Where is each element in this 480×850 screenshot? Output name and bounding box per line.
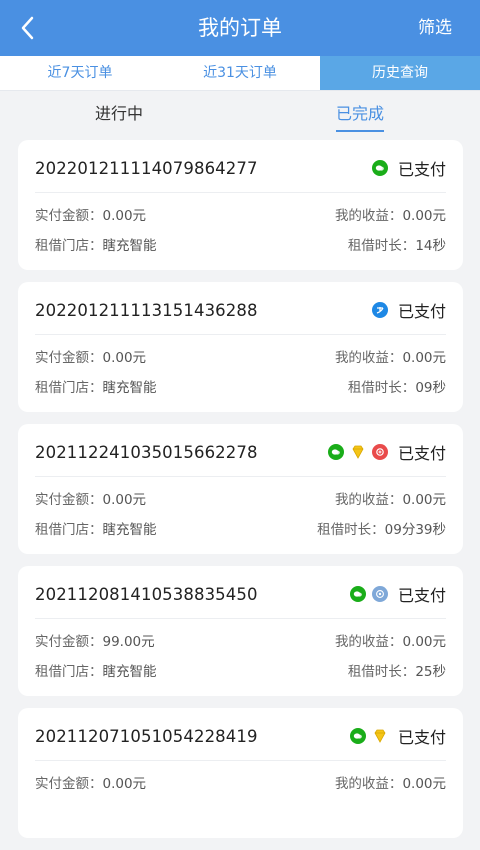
rental-duration: 租借时长：09分39秒 [317, 522, 446, 538]
divider [35, 476, 446, 477]
order-card[interactable]: 202112071051054228419 已支付 实付金额：0.00元 我的收… [18, 708, 463, 838]
paid-amount: 实付金额：0.00元 [35, 776, 147, 792]
status-text: 已支付 [397, 160, 446, 179]
paid-amount: 实付金额：99.00元 [35, 634, 155, 650]
income-amount: 我的收益：0.00元 [334, 350, 446, 366]
tab-31-days[interactable]: 近31天订单 [160, 56, 320, 90]
order-number: 202112241035015662278 [35, 443, 258, 462]
vip-diamond-icon [372, 728, 388, 744]
order-list: 202201211114079864277 已支付 实付金额：0.00元 我的收… [18, 140, 463, 850]
divider [35, 334, 446, 335]
wechat-pay-icon [371, 160, 388, 176]
status-text: 已支付 [397, 444, 446, 463]
paid-amount: 实付金额：0.00元 [35, 208, 147, 224]
order-card[interactable]: 202201211113151436288 已支付 实付金额：0.00元 我的收… [18, 282, 463, 412]
subtab-ongoing[interactable]: 进行中 [95, 100, 143, 124]
wechat-pay-icon [327, 444, 344, 460]
payment-status: 已支付 [371, 156, 446, 180]
order-number: 202112071051054228419 [35, 727, 258, 746]
paid-amount: 实付金额：0.00元 [35, 350, 147, 366]
tab-7-days[interactable]: 近7天订单 [0, 56, 160, 90]
divider [35, 192, 446, 193]
page-title: 我的订单 [198, 16, 282, 40]
rental-store: 租借门店：瞎充智能 [35, 238, 157, 254]
payment-status: 已支付 [349, 724, 446, 748]
order-number: 202201211114079864277 [35, 159, 258, 178]
app-header: 我的订单 筛选 [0, 0, 480, 56]
order-number: 202112081410538835450 [35, 585, 258, 604]
tab-history[interactable]: 历史查询 [320, 56, 480, 90]
rental-store: 租借门店：瞎充智能 [35, 380, 157, 396]
payment-status: 已支付 [349, 582, 446, 606]
payment-status: 已支付 [327, 440, 446, 464]
vip-diamond-icon [350, 444, 366, 460]
order-card[interactable]: 202112241035015662278 已支付 实付金额：0.00元 我的收… [18, 424, 463, 554]
order-card[interactable]: 202201211114079864277 已支付 实付金额：0.00元 我的收… [18, 140, 463, 270]
rental-duration: 租借时长：25秒 [347, 664, 446, 680]
subtab-completed[interactable]: 已完成 [336, 100, 385, 132]
filter-button[interactable]: 筛选 [418, 0, 452, 56]
divider [35, 618, 446, 619]
income-amount: 我的收益：0.00元 [334, 634, 446, 650]
status-subtabs: 进行中 已完成 [0, 90, 480, 134]
divider [35, 760, 446, 761]
time-range-tabs: 近7天订单 近31天订单 历史查询 [0, 56, 480, 91]
rental-duration: 租借时长：09秒 [347, 380, 446, 396]
card-icon [371, 586, 388, 602]
income-amount: 我的收益：0.00元 [334, 492, 446, 508]
income-amount: 我的收益：0.00元 [334, 208, 446, 224]
rental-duration: 租借时长：14秒 [347, 238, 446, 254]
payment-status: 已支付 [371, 298, 446, 322]
status-text: 已支付 [397, 728, 446, 747]
status-text: 已支付 [397, 302, 446, 321]
paid-amount: 实付金额：0.00元 [35, 492, 147, 508]
order-number: 202201211113151436288 [35, 301, 258, 320]
alipay-icon [371, 302, 388, 318]
wechat-pay-icon [349, 728, 366, 744]
order-card[interactable]: 202112081410538835450 已支付 实付金额：99.00元 我的… [18, 566, 463, 696]
rental-store: 租借门店：瞎充智能 [35, 664, 157, 680]
status-text: 已支付 [397, 586, 446, 605]
coupon-icon [371, 444, 388, 460]
wechat-pay-icon [349, 586, 366, 602]
income-amount: 我的收益：0.00元 [334, 776, 446, 792]
rental-store: 租借门店：瞎充智能 [35, 522, 157, 538]
